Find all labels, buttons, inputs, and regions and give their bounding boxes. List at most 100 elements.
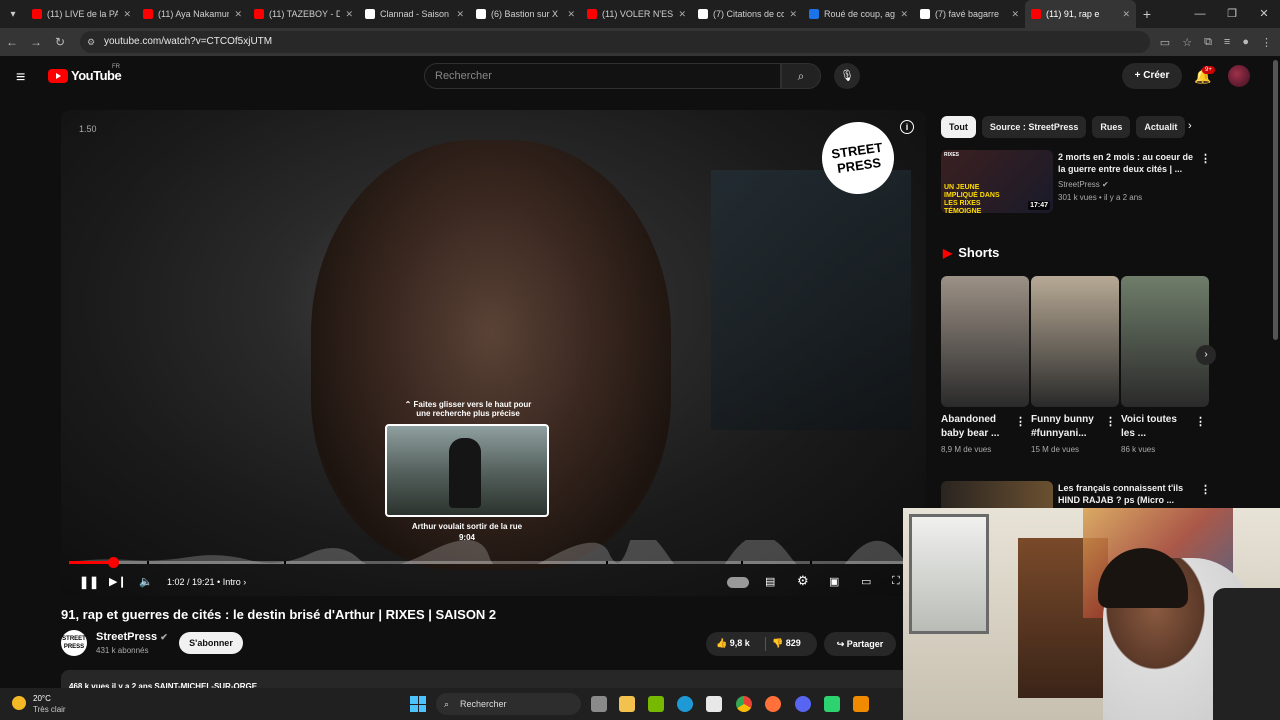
more-options-icon[interactable]: ⋮ (1105, 415, 1116, 428)
firefox-icon[interactable] (765, 696, 781, 712)
description-box[interactable]: 468 k vues il y a 2 ans SAINT-MICHEL-SUR… (61, 670, 911, 690)
filter-chip[interactable]: Tout (941, 116, 976, 138)
search-icon[interactable]: ⌕ (781, 63, 821, 89)
cast-icon[interactable]: ▭ (1160, 36, 1170, 49)
tab-close-icon[interactable]: ✕ (1122, 9, 1130, 20)
recommended-thumbnail-2[interactable] (941, 481, 1053, 511)
subscribe-button[interactable]: S'abonner (179, 632, 243, 654)
chevron-right-icon[interactable]: › (1188, 120, 1192, 132)
nvidia-icon[interactable] (648, 696, 664, 712)
pause-icon[interactable]: ❚❚ (79, 575, 99, 589)
search-input[interactable]: Rechercher (424, 63, 781, 89)
tab-search-icon[interactable]: ▾ (0, 0, 26, 28)
filter-chip[interactable]: Source : StreetPress (981, 116, 1087, 138)
extensions-icon[interactable]: ⧉ (1204, 36, 1212, 49)
browser-tab[interactable]: (6) Bastion sur X ✕ (470, 0, 581, 28)
browser-tab[interactable]: Clannad - Saison ✕ (359, 0, 470, 28)
browser-tab[interactable]: (11) TAZEBOY - D ✕ (248, 0, 359, 28)
browser-tab[interactable]: (11) LIVE de la PA ✕ (26, 0, 137, 28)
browser-tab[interactable]: (11) Aya Nakamura ✕ (137, 0, 248, 28)
browser-tab[interactable]: (11) 91, rap e ✕ (1025, 0, 1136, 28)
miniplayer-icon[interactable]: ▣ (829, 575, 839, 588)
bookmark-star-icon[interactable]: ☆ (1182, 36, 1192, 49)
back-icon[interactable]: ← (0, 35, 24, 49)
tab-close-icon[interactable]: ✕ (345, 9, 353, 20)
restore-icon[interactable]: ❐ (1216, 0, 1248, 28)
youtube-logo[interactable]: YouTube FR (48, 64, 122, 83)
short-thumbnail[interactable] (1121, 276, 1209, 407)
fullscreen-icon[interactable]: ⛶ (892, 575, 900, 588)
microphone-icon[interactable]: 🎙 (834, 63, 860, 89)
tab-close-icon[interactable]: ✕ (234, 9, 242, 20)
subtitles-icon[interactable]: ▤ (765, 575, 775, 588)
edge-icon[interactable] (677, 696, 693, 712)
tab-title: Roué de coup, ag (824, 9, 896, 19)
short-thumbnail[interactable] (1031, 276, 1119, 407)
filter-chip[interactable]: Rues (1092, 116, 1131, 138)
channel-name[interactable]: StreetPress ✔ (96, 631, 168, 643)
discord-icon[interactable] (795, 696, 811, 712)
theater-mode-icon[interactable]: ▭ (861, 575, 871, 588)
url-field[interactable]: ⚙ youtube.com/watch?v=CTCOf5xjUTM (80, 31, 1150, 53)
media-icon[interactable]: ≡ (1224, 36, 1230, 48)
browser-menu-icon[interactable]: ⋮ (1261, 36, 1272, 49)
short-title[interactable]: Abandoned baby bear ... (941, 413, 1013, 441)
chrome-icon[interactable] (736, 696, 752, 712)
more-options-icon[interactable]: ⋮ (1195, 415, 1206, 428)
browser-tab[interactable]: (7) Citations de co ✕ (692, 0, 803, 28)
site-info-icon[interactable]: ⚙ (87, 31, 95, 53)
forward-icon[interactable]: → (24, 35, 48, 49)
tab-close-icon[interactable]: ✕ (1011, 9, 1019, 20)
settings-gear-icon[interactable]: ⚙ (797, 573, 809, 589)
tab-close-icon[interactable]: ✕ (900, 9, 908, 20)
close-icon[interactable]: ✕ (1248, 0, 1280, 28)
recommended-thumbnail[interactable]: RIXES UN JEUNE IMPLIQUÉ DANS LES RIXES T… (941, 150, 1053, 213)
like-button[interactable]: 👍 9,8 k (716, 638, 750, 649)
channel-avatar[interactable]: STREET PRESS (61, 630, 87, 656)
autoplay-toggle[interactable] (727, 577, 749, 588)
dislike-button[interactable]: 👎 829 (772, 638, 801, 649)
progress-bar[interactable] (69, 557, 904, 568)
start-windows-icon[interactable] (410, 696, 426, 712)
tab-close-icon[interactable]: ✕ (678, 9, 686, 20)
minimize-icon[interactable]: — (1184, 0, 1216, 28)
reload-icon[interactable]: ↻ (48, 35, 72, 49)
next-icon[interactable]: ▶❙ (109, 575, 127, 588)
more-options-icon[interactable]: ⋮ (1015, 415, 1026, 428)
scrollbar-thumb[interactable] (1273, 60, 1278, 340)
browser-tab[interactable]: (11) VOLER N'EST ✕ (581, 0, 692, 28)
tab-close-icon[interactable]: ✕ (789, 9, 797, 20)
account-avatar[interactable] (1228, 65, 1250, 87)
tab-close-icon[interactable]: ✕ (456, 9, 464, 20)
tab-close-icon[interactable]: ✕ (567, 9, 575, 20)
file-explorer-icon[interactable] (619, 696, 635, 712)
recommended-title[interactable]: 2 morts en 2 mois : au coeur de la guerr… (1058, 151, 1198, 175)
browser-tab[interactable]: (7) favé bagarre ✕ (914, 0, 1025, 28)
profile-icon[interactable]: ● (1242, 36, 1249, 48)
recommended-title-2[interactable]: Les français connaissent t'ils HIND RAJA… (1058, 482, 1198, 506)
new-tab-button[interactable]: + (1136, 6, 1158, 22)
more-options-icon[interactable]: ⋮ (1200, 152, 1211, 165)
more-options-icon[interactable]: ⋮ (1200, 483, 1211, 496)
recommended-channel[interactable]: StreetPress ✔ (1058, 180, 1109, 189)
vlc-icon[interactable] (853, 696, 869, 712)
video-player[interactable]: 1.50 STREET PRESS i ⌃ Faites glisser ver… (61, 110, 926, 596)
task-view-icon[interactable] (591, 696, 607, 712)
browser-tab[interactable]: Roué de coup, ag ✕ (803, 0, 914, 28)
shorts-next-icon[interactable]: › (1196, 345, 1216, 365)
tab-close-icon[interactable]: ✕ (123, 9, 131, 20)
hamburger-menu-icon[interactable]: ≡ (16, 69, 25, 87)
short-title[interactable]: Funny bunny #funnyani... (1031, 413, 1103, 441)
filter-chip[interactable]: Actualit (1136, 116, 1186, 138)
short-title[interactable]: Voici toutes les ... (1121, 413, 1193, 441)
create-button[interactable]: + Créer (1122, 63, 1182, 89)
info-icon[interactable]: i (900, 120, 914, 134)
chapter-label[interactable]: Intro (223, 577, 241, 587)
scrubber-handle[interactable] (108, 557, 120, 568)
volume-icon[interactable]: 🔈 (139, 575, 153, 588)
app-icon[interactable] (824, 696, 840, 712)
store-icon[interactable] (706, 696, 722, 712)
taskbar-search[interactable]: ⌕ Rechercher (436, 693, 581, 715)
share-button[interactable]: ↪ Partager (824, 632, 896, 656)
short-thumbnail[interactable] (941, 276, 1029, 407)
